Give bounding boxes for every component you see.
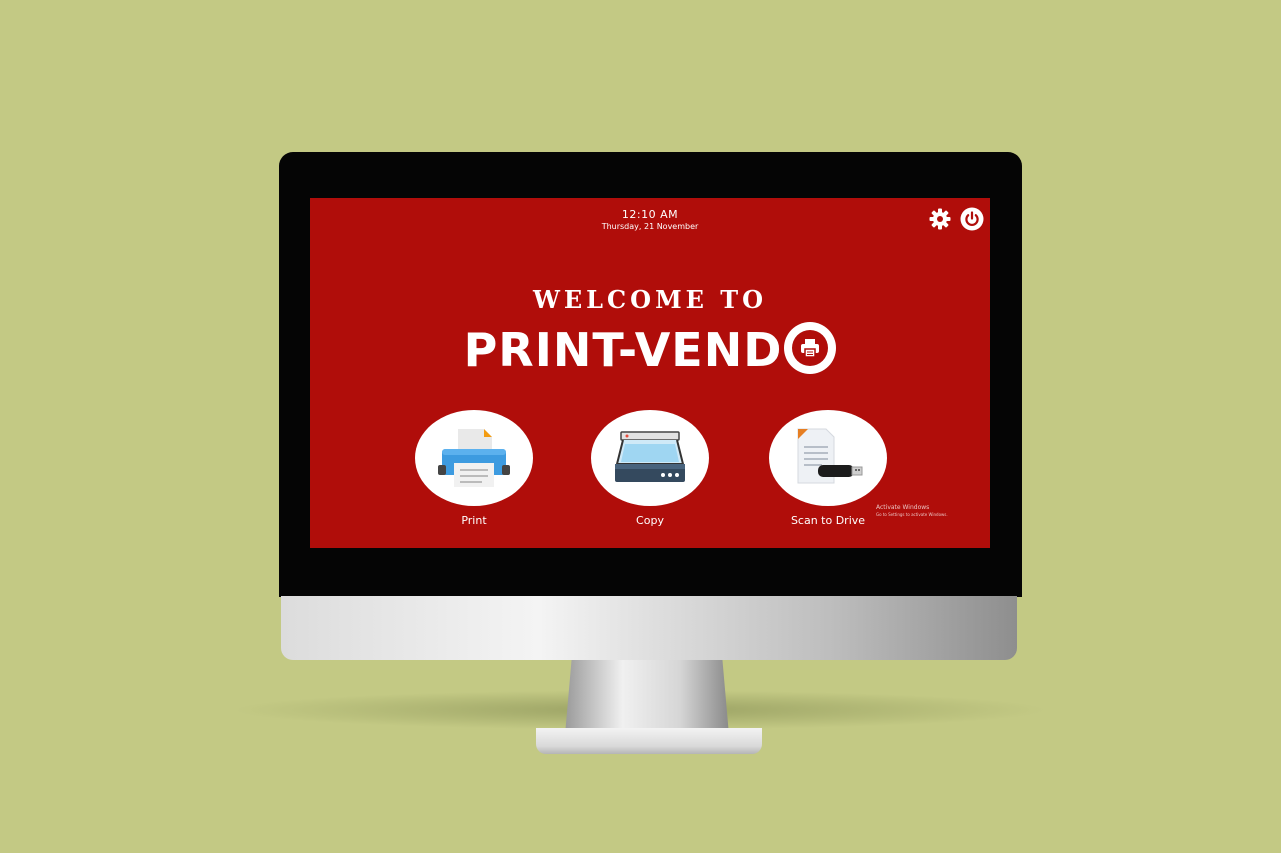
welcome-text: WELCOME TO — [532, 285, 768, 314]
printer-icon — [438, 429, 510, 487]
scan-to-drive-option[interactable]: Scan to Drive — [768, 410, 888, 527]
watermark-subtitle: Go to Settings to activate Windows. — [876, 512, 948, 517]
monitor-stand-neck — [565, 660, 729, 735]
brand-text: PRINT-VEND — [463, 323, 783, 377]
printer-logo-icon — [784, 322, 837, 374]
activation-watermark: Activate Windows Go to Settings to activ… — [876, 504, 948, 518]
scan-to-drive-option-label: Scan to Drive — [790, 514, 866, 527]
scan-to-drive-option-circle[interactable] — [769, 410, 887, 506]
kiosk-screen: 12:10 AM Thursday, 21 November WELCOME T — [310, 198, 990, 548]
usb-drive-icon — [797, 428, 863, 484]
brand-title: PRINT-VEND — [310, 322, 990, 377]
gear-icon[interactable] — [928, 207, 952, 231]
clock-date: Thursday, 21 November — [601, 222, 699, 231]
monitor-chin — [281, 596, 1017, 660]
copy-option-label: Copy — [636, 514, 664, 527]
print-option[interactable]: Print — [414, 410, 534, 527]
top-icons — [928, 207, 984, 231]
scanner-icon — [615, 431, 685, 482]
print-option-circle[interactable] — [415, 410, 533, 506]
power-icon[interactable] — [960, 207, 984, 231]
copy-option[interactable]: Copy — [590, 410, 710, 527]
clock-time: 12:10 AM — [621, 208, 679, 221]
watermark-title: Activate Windows — [876, 504, 930, 511]
clock: 12:10 AM Thursday, 21 November — [310, 208, 990, 231]
monitor-stand-base — [536, 728, 762, 754]
copy-option-circle[interactable] — [591, 410, 709, 506]
print-option-label: Print — [461, 514, 487, 527]
